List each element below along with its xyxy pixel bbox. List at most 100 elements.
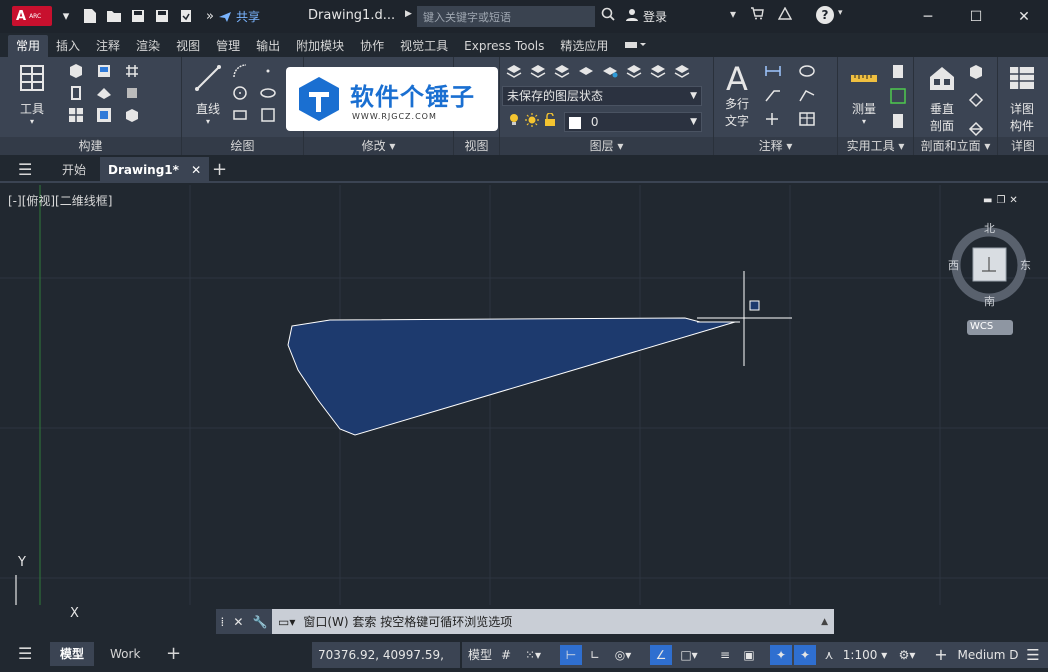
section-panel-title[interactable]: 剖面和立面 ▾ (914, 137, 997, 155)
ribbon-tab-render[interactable]: 渲染 (128, 35, 168, 57)
model-space-button[interactable]: 模型 (466, 645, 494, 665)
draw-panel-title[interactable]: 绘图 (182, 137, 303, 155)
menu-chevron-icon[interactable]: ▾ (56, 6, 76, 26)
layer-properties-icon[interactable] (506, 63, 522, 82)
save-as-icon[interactable] (152, 6, 172, 26)
stair-icon[interactable] (96, 107, 112, 123)
hamburger-menu-icon[interactable]: ☰ (18, 157, 40, 183)
ribbon-tab-visual-tools[interactable]: 视觉工具 (392, 35, 456, 57)
detail-component-button[interactable]: 详图 构件 (1002, 63, 1042, 134)
column-icon[interactable] (124, 85, 140, 101)
slab-icon[interactable] (124, 107, 140, 123)
compass-east[interactable]: 东 (1020, 257, 1031, 273)
new-tab-icon[interactable]: + (212, 157, 227, 183)
lasso-selection-shape[interactable] (287, 317, 736, 436)
layer-freeze-icon[interactable] (602, 63, 618, 82)
viewport-controls[interactable]: ▬❐✕ (983, 195, 1022, 206)
hatch-icon[interactable] (260, 107, 276, 123)
vertical-section-button[interactable]: 垂直 剖面 (922, 63, 962, 134)
sun-icon[interactable] (525, 113, 539, 130)
save-icon[interactable] (128, 6, 148, 26)
callout-icon[interactable] (968, 92, 984, 111)
object-snap-icon[interactable]: □▾ (674, 645, 704, 665)
table-icon[interactable] (798, 111, 815, 127)
model-tab[interactable]: 模型 (50, 642, 95, 666)
dimension-icon[interactable] (764, 63, 781, 79)
add-layout-icon[interactable]: + (166, 642, 181, 666)
detail-panel-title[interactable]: 详图 (998, 137, 1048, 155)
lightbulb-icon[interactable] (508, 113, 520, 130)
layer-lock-icon[interactable] (626, 63, 642, 82)
add-icon[interactable]: + (930, 645, 952, 665)
search-input[interactable]: 键入关键字或短语 (417, 6, 595, 27)
layout-menu-icon[interactable]: ☰ (18, 642, 32, 666)
layer-walk-icon[interactable] (674, 63, 690, 82)
roof-icon[interactable] (96, 85, 112, 101)
annotation-visibility-icon[interactable]: ✦ (794, 645, 816, 665)
view-panel-title[interactable]: 视图 (454, 137, 499, 155)
modify-panel-title[interactable]: 修改 ▾ (304, 137, 453, 155)
compass-west[interactable]: 西 (948, 257, 959, 273)
title-arrow-icon[interactable]: ▶ (405, 9, 412, 19)
display-quality-label[interactable]: Medium D (956, 645, 1020, 665)
door-icon[interactable] (96, 63, 112, 79)
drawing-tab[interactable]: Drawing1* ✕ (100, 157, 210, 183)
close-tab-icon[interactable]: ✕ (191, 163, 201, 177)
transparency-icon[interactable]: ▣ (738, 645, 760, 665)
ortho-icon[interactable]: ⊢ (560, 645, 582, 665)
rectangle-icon[interactable] (232, 107, 248, 123)
window-icon[interactable] (68, 85, 84, 101)
customization-menu-icon[interactable]: ☰ (1020, 645, 1046, 665)
layer-panel-title[interactable]: 图层 ▾ (500, 137, 713, 155)
layer-match-icon[interactable] (650, 63, 666, 82)
new-file-icon[interactable] (80, 6, 100, 26)
work-layout-tab[interactable]: Work (110, 642, 140, 666)
coordinates-display[interactable]: 70376.92, 40997.59, 0.00 (312, 642, 460, 668)
search-icon[interactable] (601, 7, 615, 25)
object-snap-tracking-icon[interactable]: ∠ (650, 645, 672, 665)
ribbon-tab-annotate[interactable]: 注释 (88, 35, 128, 57)
annotation-panel-title[interactable]: 注释 ▾ (714, 137, 837, 155)
ribbon-tab-featured-apps[interactable]: 精选应用 (552, 35, 616, 57)
arc-icon[interactable] (232, 63, 248, 79)
quick-select-icon[interactable] (890, 88, 906, 107)
plot-icon[interactable] (176, 6, 196, 26)
layer-state-icon[interactable] (530, 63, 546, 82)
line-button[interactable]: 直线 ▾ (188, 63, 228, 126)
close-command-icon[interactable]: ✕ (233, 615, 243, 629)
autodesk-a360-icon[interactable] (777, 6, 793, 23)
utilities-panel-title[interactable]: 实用工具 ▾ (838, 137, 913, 155)
measure-button[interactable]: 测量 ▾ (844, 63, 884, 126)
elevation-icon[interactable] (968, 63, 984, 82)
start-tab[interactable]: 开始 (62, 157, 86, 183)
calculator-icon[interactable] (890, 113, 906, 132)
layer-isolate-icon[interactable] (554, 63, 570, 82)
curtain-wall-icon[interactable] (68, 107, 84, 123)
layer-state-dropdown[interactable]: 未保存的图层状态 ▼ (502, 86, 702, 106)
grip-handle-icon[interactable]: ⁞ (221, 615, 225, 629)
more-commands-icon[interactable]: » (200, 6, 220, 26)
paste-icon[interactable] (890, 63, 906, 82)
viewport-label[interactable]: [-][俯视][二维线框] (8, 192, 112, 209)
annotation-scale-icon[interactable]: ✦ (770, 645, 792, 665)
multiline-text-button[interactable]: A 多行 文字 (720, 63, 754, 129)
minimize-icon[interactable]: ─ (904, 0, 952, 33)
app-logo[interactable]: A ARC (12, 6, 52, 26)
isodraft-icon[interactable]: ◎▾ (608, 645, 638, 665)
ribbon-tab-manage[interactable]: 管理 (208, 35, 248, 57)
compass-north[interactable]: 北 (984, 220, 995, 236)
cart-icon[interactable] (750, 7, 764, 23)
unlock-icon[interactable] (544, 112, 556, 130)
circle-icon[interactable] (232, 85, 248, 101)
ribbon-tab-insert[interactable]: 插入 (48, 35, 88, 57)
help-icon[interactable]: ? (816, 6, 834, 24)
login-dropdown-icon[interactable]: ▾ (730, 7, 736, 23)
compass-south[interactable]: 南 (984, 293, 995, 309)
command-prompt-icon[interactable]: ▭▾ (272, 615, 295, 629)
gear-icon[interactable]: ⚙▾ (892, 645, 922, 665)
ribbon-tab-collaborate[interactable]: 协作 (352, 35, 392, 57)
scale-dropdown[interactable]: 1:100 ▾ (842, 645, 888, 665)
wall-icon[interactable] (68, 63, 84, 79)
polar-icon[interactable]: ∟ (584, 645, 606, 665)
open-folder-icon[interactable] (104, 6, 124, 26)
